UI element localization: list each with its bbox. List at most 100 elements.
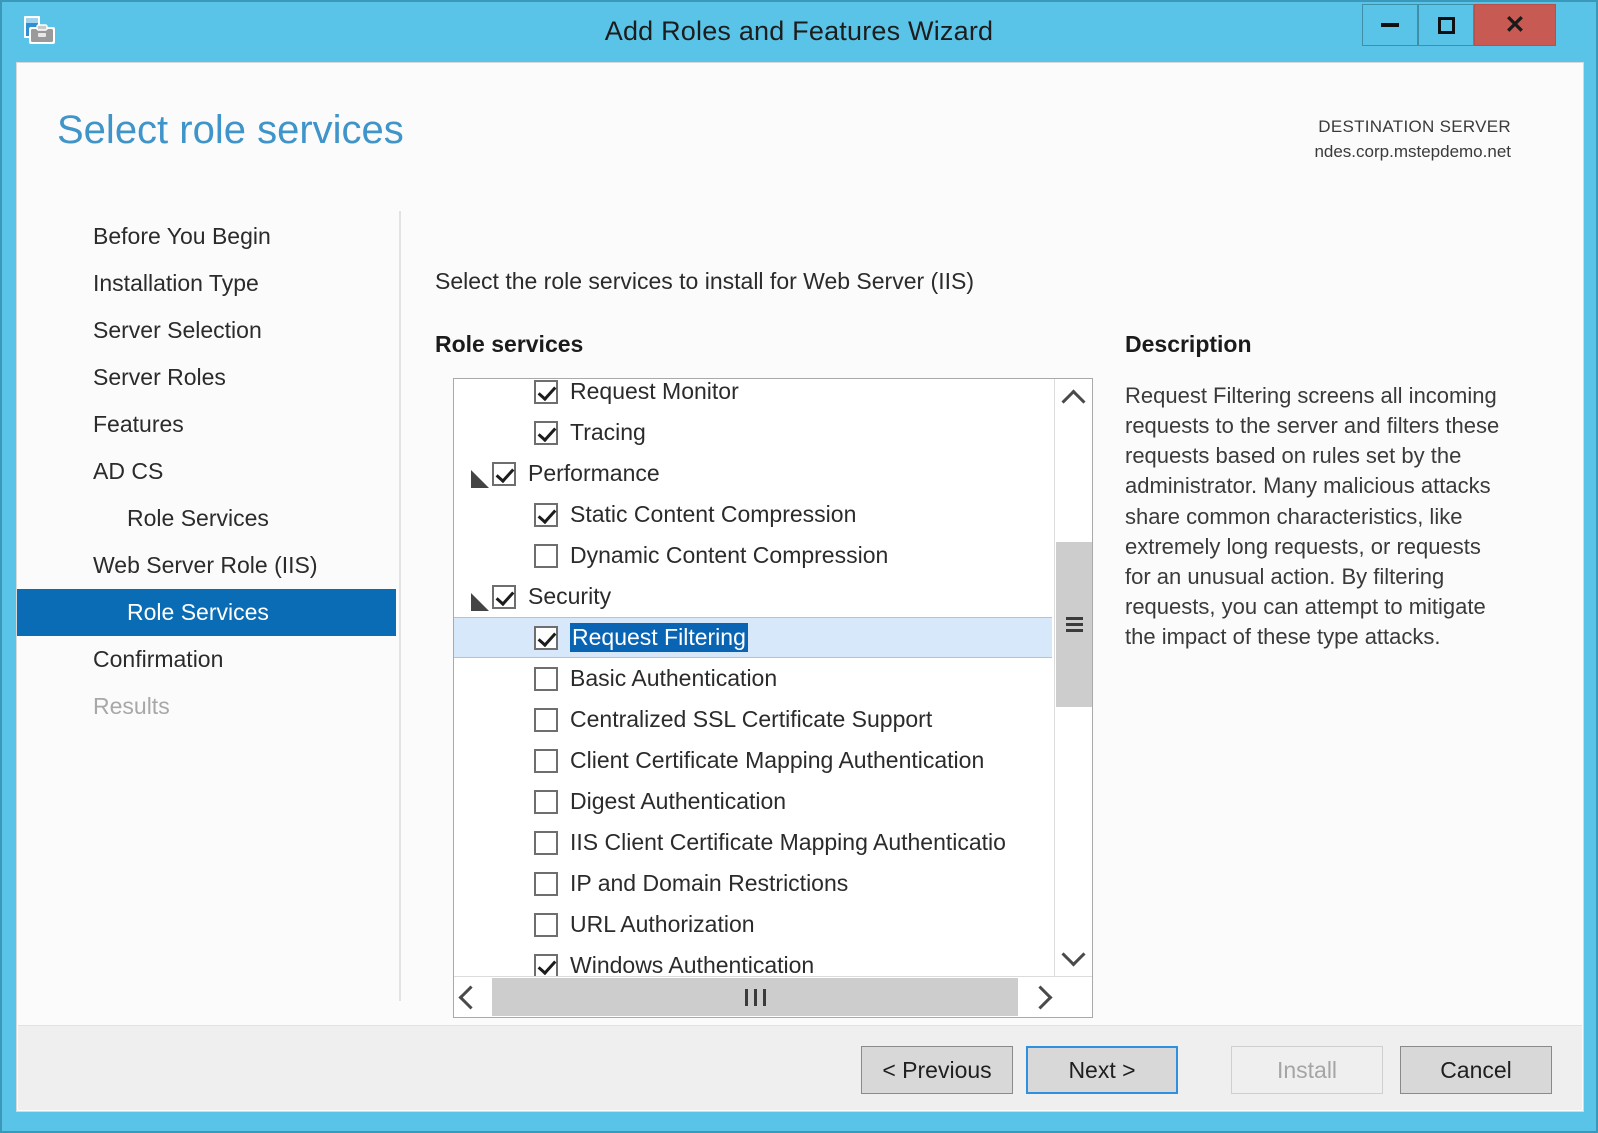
tree-row-label: Centralized SSL Certificate Support bbox=[570, 706, 933, 732]
checkbox-checked[interactable] bbox=[534, 953, 558, 976]
tree-row-label: Digest Authentication bbox=[570, 788, 787, 814]
expander-triangle-icon[interactable] bbox=[468, 463, 490, 488]
tree-row-inner: Client Certificate Mapping Authenticatio… bbox=[454, 747, 984, 774]
tree-row[interactable]: Basic Authentication bbox=[454, 658, 1054, 699]
checkbox-unchecked[interactable] bbox=[534, 543, 558, 568]
tree-row-label: Security bbox=[528, 583, 612, 609]
scrollbar-grip-icon bbox=[1065, 614, 1083, 635]
tree-row[interactable]: Client Certificate Mapping Authenticatio… bbox=[454, 740, 1054, 781]
tree-row-label: IP and Domain Restrictions bbox=[570, 870, 849, 896]
scrollbar-corner bbox=[1055, 977, 1092, 1017]
checkbox-unchecked[interactable] bbox=[534, 830, 558, 855]
description-heading: Description bbox=[1125, 331, 1252, 357]
tree-row-label: Performance bbox=[528, 460, 660, 486]
vertical-scrollbar[interactable] bbox=[1054, 379, 1092, 976]
tree-row-inner: Security bbox=[454, 583, 612, 611]
tree-row[interactable]: IP and Domain Restrictions bbox=[454, 863, 1054, 904]
maximize-button[interactable] bbox=[1418, 4, 1474, 46]
checkbox-checked[interactable] bbox=[492, 461, 516, 486]
role-services-listbox[interactable]: Request Monitor Tracing Performance Static … bbox=[453, 378, 1093, 1018]
title-bar: Add Roles and Features Wizard ✕ bbox=[2, 2, 1596, 62]
checkbox-checked[interactable] bbox=[534, 420, 558, 445]
horizontal-scrollbar-thumb[interactable] bbox=[492, 978, 1018, 1016]
tree-row[interactable]: Performance bbox=[454, 453, 1054, 494]
tree-row-label: IIS Client Certificate Mapping Authentic… bbox=[570, 829, 1006, 855]
cancel-button[interactable]: Cancel bbox=[1400, 1046, 1552, 1094]
checkbox-unchecked[interactable] bbox=[534, 666, 558, 691]
sidebar-item-installation-type[interactable]: Installation Type bbox=[17, 260, 399, 307]
checkbox-checked[interactable] bbox=[534, 379, 558, 404]
tree-row-label: Request Filtering bbox=[570, 623, 748, 652]
tree-row[interactable]: Dynamic Content Compression bbox=[454, 535, 1054, 576]
minimize-button[interactable] bbox=[1362, 4, 1418, 46]
checkbox-unchecked[interactable] bbox=[534, 748, 558, 773]
checkbox-unchecked[interactable] bbox=[534, 789, 558, 814]
page-title: Select role services bbox=[57, 108, 404, 152]
vertical-scrollbar-thumb[interactable] bbox=[1056, 542, 1092, 707]
sidebar-item-ad-cs[interactable]: AD CS bbox=[17, 448, 399, 495]
tree-row-inner: IP and Domain Restrictions bbox=[454, 870, 848, 897]
tree-row[interactable]: Centralized SSL Certificate Support bbox=[454, 699, 1054, 740]
tree-row[interactable]: URL Authorization bbox=[454, 904, 1054, 945]
sidebar-item-server-roles[interactable]: Server Roles bbox=[17, 354, 399, 401]
description-body-text: Request Filtering screens all incoming r… bbox=[1125, 383, 1500, 649]
tree-row[interactable]: Static Content Compression bbox=[454, 494, 1054, 535]
checkbox-unchecked[interactable] bbox=[534, 871, 558, 896]
scroll-down-button[interactable] bbox=[1055, 938, 1092, 976]
tree-row-inner: Windows Authentication bbox=[454, 952, 814, 976]
tree-row-label: Client Certificate Mapping Authenticatio… bbox=[570, 747, 985, 773]
close-icon: ✕ bbox=[1504, 10, 1526, 39]
tree-row-inner: Tracing bbox=[454, 419, 646, 446]
tree-row-inner: Digest Authentication bbox=[454, 788, 786, 815]
tree-row[interactable]: Request Monitor bbox=[454, 379, 1054, 412]
tree-row-label: Request Monitor bbox=[570, 379, 739, 404]
tree-row[interactable]: Request Filtering bbox=[454, 617, 1052, 658]
tree-row-inner: Request Filtering bbox=[454, 623, 748, 652]
checkbox-checked[interactable] bbox=[492, 584, 516, 609]
dialog-body: Select role services DESTINATION SERVER … bbox=[16, 62, 1584, 1112]
next-button[interactable]: Next > bbox=[1026, 1046, 1178, 1094]
checkbox-unchecked[interactable] bbox=[534, 912, 558, 937]
previous-button[interactable]: < Previous bbox=[861, 1046, 1013, 1094]
tree-row[interactable]: Digest Authentication bbox=[454, 781, 1054, 822]
tree-row-label: URL Authorization bbox=[570, 911, 755, 937]
tree-row-inner: IIS Client Certificate Mapping Authentic… bbox=[454, 829, 1006, 856]
checkbox-unchecked[interactable] bbox=[534, 707, 558, 732]
scroll-left-button[interactable] bbox=[454, 977, 491, 1017]
tree-row-label: Basic Authentication bbox=[570, 665, 778, 691]
destination-server-block: DESTINATION SERVER ndes.corp.mstepdemo.n… bbox=[1314, 115, 1511, 164]
sidebar-item-results: Results bbox=[93, 693, 170, 719]
chevron-left-icon bbox=[457, 984, 483, 1010]
instruction-text: Select the role services to install for … bbox=[435, 268, 974, 294]
tree-row[interactable]: Tracing bbox=[454, 412, 1054, 453]
scroll-up-button[interactable] bbox=[1055, 379, 1092, 417]
maximize-icon bbox=[1437, 16, 1455, 34]
install-button: Install bbox=[1231, 1046, 1383, 1094]
sidebar-item-role-services[interactable]: Role Services bbox=[17, 495, 399, 542]
tree-row-inner: Centralized SSL Certificate Support bbox=[454, 706, 932, 733]
role-services-heading: Role services bbox=[435, 331, 584, 357]
tree-row-inner: URL Authorization bbox=[454, 911, 755, 938]
tree-row-label: Static Content Compression bbox=[570, 501, 857, 527]
expander-triangle-icon[interactable] bbox=[468, 586, 490, 611]
role-services-tree: Request Monitor Tracing Performance Static … bbox=[454, 379, 1054, 976]
tree-row[interactable]: Security bbox=[454, 576, 1054, 617]
destination-server-name: ndes.corp.mstepdemo.net bbox=[1314, 141, 1511, 161]
scrollbar-grip-icon bbox=[742, 988, 769, 1006]
sidebar-item-web-server-role-iis[interactable]: Web Server Role (IIS) bbox=[17, 542, 399, 589]
sidebar-item-features[interactable]: Features bbox=[17, 401, 399, 448]
checkbox-checked[interactable] bbox=[534, 502, 558, 527]
tree-row-inner: Request Monitor bbox=[454, 379, 739, 405]
tree-row[interactable]: IIS Client Certificate Mapping Authentic… bbox=[454, 822, 1054, 863]
tree-row[interactable]: Windows Authentication bbox=[454, 945, 1054, 976]
sidebar-item-before-you-begin[interactable]: Before You Begin bbox=[17, 213, 399, 260]
tree-row-label: Windows Authentication bbox=[570, 952, 815, 976]
sidebar-item-server-selection[interactable]: Server Selection bbox=[17, 307, 399, 354]
sidebar-item-confirmation[interactable]: Confirmation bbox=[17, 636, 399, 683]
close-button[interactable]: ✕ bbox=[1474, 4, 1556, 46]
checkbox-checked[interactable] bbox=[534, 625, 558, 650]
horizontal-scrollbar[interactable] bbox=[454, 976, 1092, 1017]
scroll-right-button[interactable] bbox=[1019, 977, 1056, 1017]
sidebar-item-role-services[interactable]: Role Services bbox=[17, 589, 396, 636]
minimize-icon bbox=[1381, 23, 1399, 27]
